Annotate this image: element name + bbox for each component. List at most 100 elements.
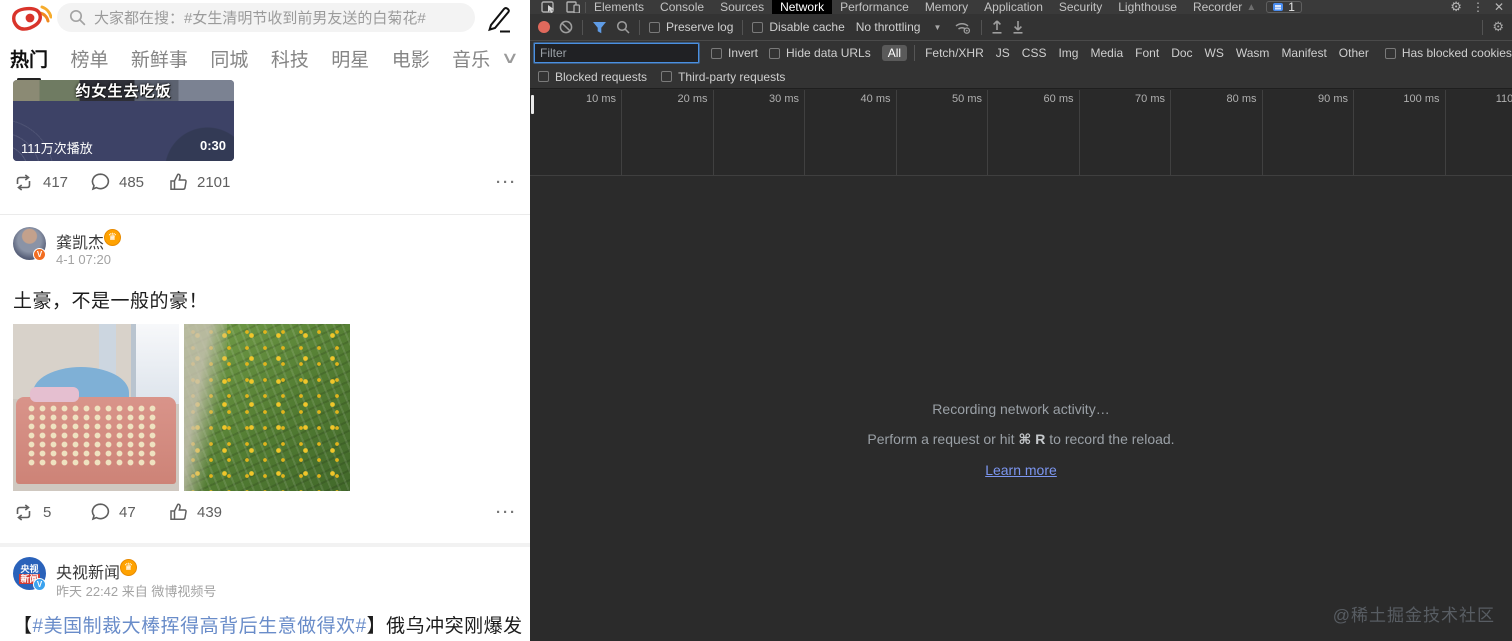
request-type-filter-1[interactable]: Fetch/XHR <box>914 45 990 61</box>
devtools-tab-6[interactable]: Application <box>976 0 1051 14</box>
compose-button[interactable] <box>484 4 514 34</box>
request-type-filter-9[interactable]: Wasm <box>1230 45 1276 61</box>
device-toolbar-icon[interactable] <box>566 1 580 13</box>
nav-tab-4[interactable]: 科技 <box>271 45 309 72</box>
comment-icon <box>91 503 110 521</box>
like-count: 439 <box>197 503 223 521</box>
settings-gear-icon[interactable]: ⚙ <box>1450 0 1462 14</box>
divider <box>582 19 583 35</box>
chevron-down-icon[interactable]: ∨ <box>501 48 520 68</box>
checkbox-icon <box>752 21 764 33</box>
checkbox-icon <box>538 71 549 82</box>
kebab-menu-icon[interactable]: ⋮ <box>1472 0 1484 14</box>
request-type-filter-4[interactable]: Img <box>1052 45 1084 61</box>
post-text: 土豪，不是一般的豪！ <box>13 291 209 312</box>
video-thumbnail[interactable]: 约女生去吃饭 111万次播放 0:30 <box>13 80 234 161</box>
repost-button[interactable]: 5 <box>13 504 91 521</box>
close-devtools-icon[interactable]: ✕ <box>1494 0 1504 14</box>
comment-count: 47 <box>119 503 136 521</box>
more-options-icon[interactable]: ··· <box>496 504 517 521</box>
import-har-icon[interactable] <box>991 20 1003 34</box>
disable-cache-checkbox[interactable]: Disable cache <box>752 20 845 34</box>
filter-toggle-icon[interactable] <box>592 21 607 34</box>
invert-checkbox[interactable]: Invert <box>711 46 758 60</box>
request-type-filter-7[interactable]: Doc <box>1165 45 1198 61</box>
section-divider <box>0 543 530 547</box>
devtools-tab-9[interactable]: Recorder <box>1185 0 1250 14</box>
ruler-tick-2: 30 ms <box>714 90 805 175</box>
blocked-requests-checkbox[interactable]: Blocked requests <box>538 70 647 84</box>
clear-button[interactable] <box>559 20 573 34</box>
devtools-tab-1[interactable]: Console <box>652 0 712 14</box>
nav-tab-3[interactable]: 同城 <box>210 45 248 72</box>
request-type-filter-0[interactable]: All <box>881 45 908 61</box>
devtools-tab-0[interactable]: Elements <box>586 0 652 14</box>
image-part <box>130 324 179 405</box>
post-image-bedroom[interactable] <box>13 324 179 491</box>
inspect-element-icon[interactable] <box>541 1 556 13</box>
request-type-filter-11[interactable]: Other <box>1333 45 1375 61</box>
request-type-filter-5[interactable]: Media <box>1084 45 1129 61</box>
issues-badge[interactable]: 1 <box>1266 0 1302 14</box>
request-type-filter-2[interactable]: JS <box>990 45 1016 61</box>
issues-icon <box>1273 3 1284 11</box>
post-image-beans[interactable] <box>184 324 350 491</box>
request-type-filter-8[interactable]: WS <box>1199 45 1230 61</box>
like-button[interactable]: 439 <box>169 503 247 521</box>
request-type-filter-10[interactable]: Manifest <box>1275 45 1332 61</box>
request-type-filter-6[interactable]: Font <box>1129 45 1165 61</box>
nav-tab-0[interactable]: 热门 <box>10 45 48 72</box>
request-type-filter-3[interactable]: CSS <box>1016 45 1053 61</box>
throttling-select[interactable]: No throttling <box>856 20 921 34</box>
devtools-tab-8[interactable]: Lighthouse <box>1110 0 1185 14</box>
nav-tab-6[interactable]: 电影 <box>392 45 430 72</box>
timeline-ruler: 10 ms 20 ms 30 ms 40 ms 50 ms 60 ms 70 ms 80 ms… <box>530 90 1512 176</box>
issue-count: 1 <box>1288 0 1295 14</box>
nav-tab-5[interactable]: 明星 <box>331 45 369 72</box>
checkbox-label: Third-party requests <box>678 69 786 84</box>
network-filter-input[interactable] <box>534 43 699 63</box>
preserve-log-checkbox[interactable]: Preserve log <box>649 20 733 34</box>
hashtag-link[interactable]: #美国制裁大棒挥得高背后生意做得欢# <box>33 616 367 637</box>
devtools-tab-3[interactable]: Network <box>772 0 833 14</box>
nav-tab-7[interactable]: 音乐 <box>452 45 490 72</box>
search-placeholder: 大家都在搜：#女生清明节收到前男友送的白菊花# <box>94 10 426 27</box>
repost-button[interactable]: 417 <box>13 174 91 191</box>
devtools-tab-4[interactable]: Performance <box>832 0 917 14</box>
learn-more-link[interactable]: Learn more <box>985 462 1057 478</box>
post1-actions: 5 47 439 ··· <box>13 494 517 530</box>
video-caption: 约女生去吃饭 <box>75 83 172 100</box>
repost-count: 417 <box>43 173 69 191</box>
network-settings-gear-icon[interactable]: ⚙ <box>1492 19 1504 35</box>
export-har-icon[interactable] <box>1012 20 1024 34</box>
devtools-tab-2[interactable]: Sources <box>712 0 772 14</box>
nav-tab-1[interactable]: 榜单 <box>70 45 108 72</box>
devtools-tabbar: Elements Console Sources Network Performance… <box>530 0 1512 14</box>
devtools-tab-7[interactable]: Security <box>1051 0 1110 14</box>
keyboard-shortcut: ⌘ R <box>1018 431 1046 447</box>
ruler-tick-3: 40 ms <box>805 90 897 175</box>
comment-button[interactable]: 47 <box>91 503 169 521</box>
search-icon <box>69 9 86 26</box>
network-toolbar: Preserve log Disable cache No throttling… <box>530 14 1512 41</box>
post-text-rest: 俄乌冲突刚爆发时，美 <box>386 616 523 637</box>
network-conditions-icon[interactable] <box>954 20 972 34</box>
record-button[interactable] <box>538 21 550 33</box>
username[interactable]: 央视新闻 <box>56 559 120 583</box>
empty-state-text: Perform a request or hit <box>867 431 1019 447</box>
more-options-icon[interactable]: ··· <box>496 174 517 191</box>
has-blocked-cookies-checkbox[interactable]: Has blocked cookies <box>1384 46 1512 60</box>
ruler-tick-7: 80 ms <box>1171 90 1263 175</box>
devtools-tab-5[interactable]: Memory <box>917 0 976 14</box>
username[interactable]: 龚凯杰 <box>56 229 104 253</box>
network-request-area: Recording network activity… Perform a re… <box>530 177 1512 641</box>
hide-data-urls-checkbox[interactable]: Hide data URLs <box>769 46 871 60</box>
weibo-logo-icon[interactable] <box>10 1 52 35</box>
ruler-tick-8: 90 ms <box>1263 90 1354 175</box>
search-input[interactable]: 大家都在搜：#女生清明节收到前男友送的白菊花# <box>57 3 475 32</box>
like-button[interactable]: 2101 <box>169 173 247 191</box>
nav-tab-2[interactable]: 新鲜事 <box>131 45 188 72</box>
search-icon[interactable] <box>616 20 630 34</box>
comment-button[interactable]: 485 <box>91 173 169 191</box>
third-party-requests-checkbox[interactable]: Third-party requests <box>661 70 785 84</box>
